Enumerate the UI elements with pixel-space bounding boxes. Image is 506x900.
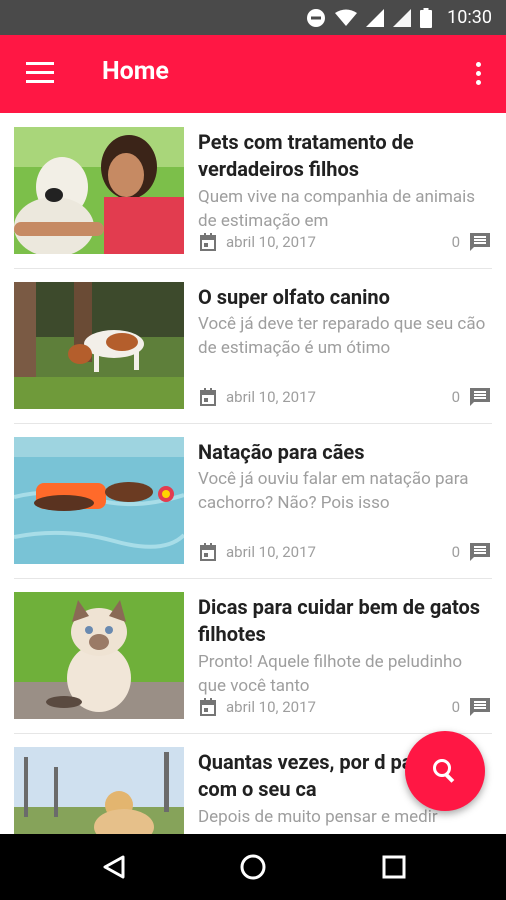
comment-icon[interactable] xyxy=(470,698,490,716)
comment-count: 0 xyxy=(451,233,460,251)
post-title: Dicas para cuidar bem de gatos filhotes xyxy=(198,595,481,646)
more-vert-icon[interactable] xyxy=(472,62,484,86)
page-title: Home xyxy=(102,57,169,86)
recents-icon[interactable] xyxy=(378,851,410,883)
comment-count: 0 xyxy=(451,698,460,716)
post-meta: abril 10, 2017 0 xyxy=(198,541,490,563)
post-title: Natação para cães xyxy=(198,440,365,464)
post-date: abril 10, 2017 xyxy=(226,698,316,716)
post-thumbnail xyxy=(14,747,184,834)
comment-icon[interactable] xyxy=(470,388,490,406)
menu-icon[interactable] xyxy=(26,62,54,84)
post-excerpt: Você já deve ter reparado que seu cão de… xyxy=(198,314,486,358)
search-icon xyxy=(433,759,455,783)
post-card[interactable]: Dicas para cuidar bem de gatos filhotes … xyxy=(14,578,492,733)
post-excerpt: Quem vive na companhia de animais de est… xyxy=(198,187,476,231)
post-title: O super olfato canino xyxy=(198,285,390,309)
comment-icon[interactable] xyxy=(470,543,490,561)
calendar-icon xyxy=(200,233,216,251)
post-excerpt: Pronto! Aquele filhote de peludinho que … xyxy=(198,652,463,696)
post-meta: abril 10, 2017 0 xyxy=(198,231,490,253)
signal-icon xyxy=(366,8,385,27)
app-bar: Home xyxy=(0,35,506,113)
post-meta: abril 10, 2017 0 xyxy=(198,696,490,718)
post-card[interactable]: Natação para cães Você já ouviu falar em… xyxy=(14,423,492,578)
post-title: Pets com tratamento de verdadeiros filho… xyxy=(198,130,414,181)
comment-count: 0 xyxy=(451,543,460,561)
post-card[interactable]: O super olfato canino Você já deve ter r… xyxy=(14,268,492,423)
post-thumbnail xyxy=(14,437,184,564)
post-card[interactable]: Pets com tratamento de verdadeiros filho… xyxy=(14,113,492,268)
post-thumbnail xyxy=(14,282,184,409)
post-meta: abril 10, 2017 0 xyxy=(198,386,490,408)
status-bar: 10:30 xyxy=(0,0,506,35)
post-date: abril 10, 2017 xyxy=(226,388,316,406)
post-thumbnail xyxy=(14,127,184,254)
comment-icon[interactable] xyxy=(470,233,490,251)
do-not-disturb-icon xyxy=(307,8,326,27)
post-date: abril 10, 2017 xyxy=(226,233,316,251)
post-date: abril 10, 2017 xyxy=(226,543,316,561)
signal-icon xyxy=(393,8,412,27)
search-button[interactable] xyxy=(405,731,485,811)
post-thumbnail xyxy=(14,592,184,719)
calendar-icon xyxy=(200,543,216,561)
back-icon[interactable] xyxy=(98,851,130,883)
wifi-icon xyxy=(335,9,358,26)
post-list: Pets com tratamento de verdadeiros filho… xyxy=(0,113,506,834)
calendar-icon xyxy=(200,698,216,716)
battery-icon xyxy=(420,7,433,28)
calendar-icon xyxy=(200,388,216,406)
nav-bar xyxy=(0,834,506,900)
post-excerpt: Você já ouviu falar em natação para cach… xyxy=(198,469,469,513)
home-icon[interactable] xyxy=(237,851,269,883)
comment-count: 0 xyxy=(451,388,460,406)
status-time: 10:30 xyxy=(447,7,492,28)
